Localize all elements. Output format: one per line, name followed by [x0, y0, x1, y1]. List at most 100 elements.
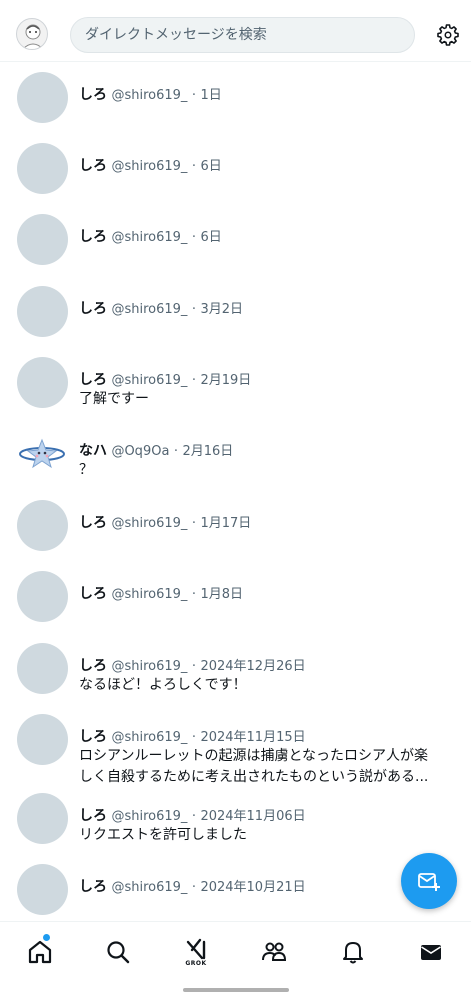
message-preview: ロシアンルーレットの起源は捕虜となったロシア人が楽しく自殺するために考え出された…	[79, 748, 429, 785]
user-handle: @shiro619_	[111, 587, 188, 602]
conversation-item[interactable]: しろ @shiro619_ · 6日	[0, 143, 471, 213]
notifications-icon	[343, 942, 363, 964]
nav-communities[interactable]	[260, 938, 288, 966]
separator: ·	[191, 587, 196, 602]
message-preview: なるほど！よろしくです！	[79, 677, 247, 693]
user-handle: @shiro619_	[111, 659, 188, 674]
user-handle: @shiro619_	[111, 880, 188, 895]
conversation-item[interactable]: しろ @shiro619_ · 2024年10月21日	[0, 864, 471, 920]
avatar[interactable]	[17, 214, 68, 265]
timestamp: 1月8日	[200, 587, 243, 602]
avatar[interactable]	[17, 428, 68, 479]
new-message-button[interactable]	[401, 853, 457, 909]
user-handle: @shiro619_	[111, 373, 188, 388]
avatar[interactable]	[17, 571, 68, 622]
user-handle: @shiro619_	[111, 302, 188, 317]
user-handle: @Oq9Oa	[111, 444, 170, 459]
conversation-item[interactable]: しろ @shiro619_ · 1日	[0, 72, 471, 142]
timestamp: 2月19日	[200, 373, 252, 388]
timestamp: 2024年11月06日	[200, 809, 306, 824]
separator: ·	[191, 809, 196, 824]
bottom-nav: GROK	[0, 921, 471, 1000]
avatar[interactable]	[17, 864, 68, 915]
user-handle: @shiro619_	[111, 88, 188, 103]
avatar[interactable]	[17, 793, 68, 844]
timestamp: 6日	[200, 159, 222, 174]
conversation-item[interactable]: しろ @shiro619_ · 2024年11月15日 ロシアンルーレットの起源…	[0, 714, 471, 794]
search-box[interactable]	[70, 17, 415, 53]
grok-icon	[186, 938, 206, 960]
timestamp: 1日	[200, 88, 222, 103]
user-name: しろ	[79, 87, 107, 103]
conversation-item[interactable]: しろ @shiro619_ · 1月8日	[0, 571, 471, 641]
separator: ·	[191, 159, 196, 174]
profile-avatar[interactable]	[16, 18, 48, 50]
user-name: しろ	[79, 879, 107, 895]
communities-icon	[262, 942, 287, 961]
user-name: しろ	[79, 301, 107, 317]
separator: ·	[191, 88, 196, 103]
user-name: しろ	[79, 808, 107, 824]
home-icon	[28, 940, 52, 964]
search-input[interactable]	[71, 18, 414, 52]
separator: ·	[191, 302, 196, 317]
timestamp: 2024年12月26日	[200, 659, 306, 674]
grok-label: GROK	[185, 960, 207, 967]
nav-grok[interactable]: GROK	[182, 938, 210, 967]
avatar[interactable]	[17, 143, 68, 194]
user-handle: @shiro619_	[111, 809, 188, 824]
separator: ·	[191, 373, 196, 388]
user-handle: @shiro619_	[111, 516, 188, 531]
user-name: しろ	[79, 158, 107, 174]
user-name: しろ	[79, 372, 107, 388]
timestamp: 3月2日	[200, 302, 243, 317]
conversation-item[interactable]: しろ @shiro619_ · 1月17日	[0, 500, 471, 570]
avatar[interactable]	[17, 286, 68, 337]
separator: ·	[191, 880, 196, 895]
nav-messages[interactable]	[417, 938, 445, 966]
user-name: しろ	[79, 729, 107, 745]
search-icon	[107, 941, 130, 964]
separator: ·	[191, 659, 196, 674]
avatar[interactable]	[17, 714, 68, 765]
user-name: しろ	[79, 229, 107, 245]
user-name: しろ	[79, 586, 107, 602]
separator: ·	[191, 516, 196, 531]
conversation-item[interactable]: しろ @shiro619_ · 3月2日	[0, 286, 471, 356]
message-preview: 了解ですー	[79, 391, 149, 407]
messages-icon	[421, 945, 441, 960]
conversation-item[interactable]: なハ @Oq9Oa · 2月16日 ？	[0, 428, 471, 498]
nav-search[interactable]	[104, 938, 132, 966]
conversation-item[interactable]: しろ @shiro619_ · 2024年12月26日 なるほど！よろしくです！	[0, 643, 471, 713]
notification-dot	[43, 934, 50, 941]
message-preview: ？	[79, 462, 93, 478]
user-name: しろ	[79, 515, 107, 531]
timestamp: 6日	[200, 230, 222, 245]
conversation-item[interactable]: しろ @shiro619_ · 2月19日 了解ですー	[0, 357, 471, 427]
home-indicator	[183, 988, 289, 992]
user-name: しろ	[79, 658, 107, 674]
gear-icon[interactable]	[436, 23, 460, 47]
timestamp: 2月16日	[182, 444, 234, 459]
avatar[interactable]	[17, 357, 68, 408]
user-handle: @shiro619_	[111, 230, 188, 245]
avatar[interactable]	[17, 643, 68, 694]
message-preview: リクエストを許可しました	[79, 827, 247, 843]
conversation-item[interactable]: しろ @shiro619_ · 2024年11月06日 リクエストを許可しました	[0, 793, 471, 863]
conversation-item[interactable]: しろ @shiro619_ · 6日	[0, 214, 471, 284]
separator: ·	[191, 730, 196, 745]
new-message-icon	[418, 873, 440, 891]
user-handle: @shiro619_	[111, 730, 188, 745]
nav-home[interactable]	[26, 934, 54, 966]
avatar[interactable]	[17, 72, 68, 123]
timestamp: 1月17日	[200, 516, 252, 531]
timestamp: 2024年10月21日	[200, 880, 306, 895]
star-planet-avatar-icon	[19, 438, 65, 469]
avatar[interactable]	[17, 500, 68, 551]
separator: ·	[173, 444, 179, 459]
top-bar	[0, 0, 471, 62]
nav-notifications[interactable]	[339, 938, 367, 966]
separator: ·	[191, 230, 196, 245]
timestamp: 2024年11月15日	[200, 730, 306, 745]
user-handle: @shiro619_	[111, 159, 188, 174]
